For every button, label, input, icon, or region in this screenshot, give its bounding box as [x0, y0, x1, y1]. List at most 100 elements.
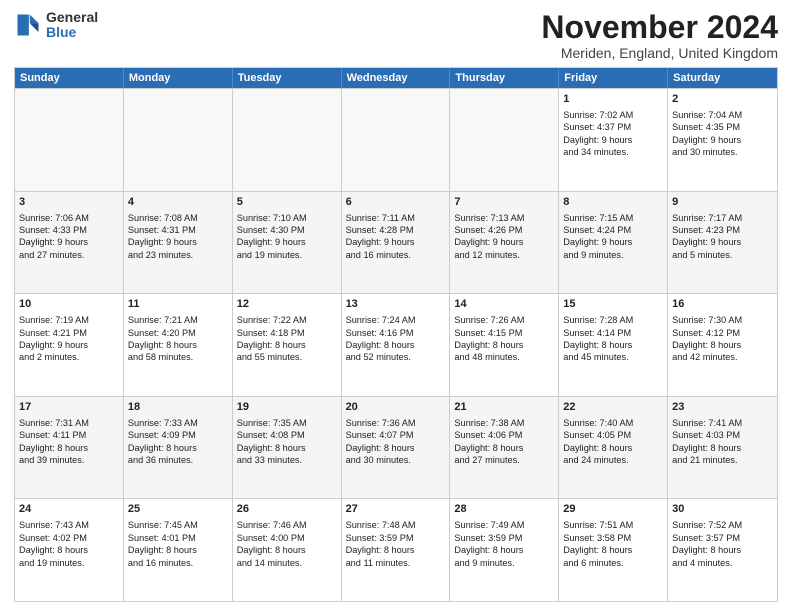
logo-blue-text: Blue: [46, 25, 98, 40]
day-info-line: and 30 minutes.: [672, 146, 773, 158]
day-number: 17: [19, 400, 119, 415]
day-info-line: and 48 minutes.: [454, 351, 554, 363]
day-info-line: Sunset: 4:09 PM: [128, 429, 228, 441]
day-info-line: Sunrise: 7:45 AM: [128, 519, 228, 531]
day-number: 22: [563, 400, 663, 415]
day-info-line: Sunrise: 7:06 AM: [19, 212, 119, 224]
calendar-cell: 14 Sunrise: 7:26 AMSunset: 4:15 PMDayligh…: [450, 294, 559, 396]
day-number: 30: [672, 502, 773, 517]
day-number: 1: [563, 92, 663, 107]
calendar-row-1: 1Sunrise: 7:02 AMSunset: 4:37 PMDaylight…: [15, 88, 777, 191]
day-info-line: Sunrise: 7:38 AM: [454, 417, 554, 429]
day-info-line: Daylight: 8 hours: [346, 442, 446, 454]
day-info-line: Daylight: 9 hours: [563, 134, 663, 146]
calendar-header: SundayMondayTuesdayWednesdayThursdayFrid…: [15, 68, 777, 88]
day-number: 27: [346, 502, 446, 517]
day-info-line: and 27 minutes.: [19, 249, 119, 261]
day-info-line: Sunset: 4:11 PM: [19, 429, 119, 441]
calendar: SundayMondayTuesdayWednesdayThursdayFrid…: [14, 67, 778, 602]
calendar-cell: [15, 89, 124, 191]
day-info-line: Sunrise: 7:22 AM: [237, 314, 337, 326]
calendar-cell: [342, 89, 451, 191]
day-info-line: Sunset: 3:59 PM: [454, 532, 554, 544]
calendar-cell: 25Sunrise: 7:45 AMSunset: 4:01 PMDayligh…: [124, 499, 233, 601]
day-info-line: and 11 minutes.: [346, 557, 446, 569]
calendar-cell: 17Sunrise: 7:31 AMSunset: 4:11 PMDayligh…: [15, 397, 124, 499]
day-info-line: Daylight: 9 hours: [672, 236, 773, 248]
day-number: 4: [128, 195, 228, 210]
day-info-line: Daylight: 8 hours: [454, 339, 554, 351]
calendar-cell: 19Sunrise: 7:35 AMSunset: 4:08 PMDayligh…: [233, 397, 342, 499]
day-info-line: Sunset: 4:33 PM: [19, 224, 119, 236]
day-info-line: Sunrise: 7:30 AM: [672, 314, 773, 326]
day-info-line: and 55 minutes.: [237, 351, 337, 363]
calendar-cell: [233, 89, 342, 191]
day-info-line: Daylight: 8 hours: [128, 544, 228, 556]
day-info-line: Sunset: 4:02 PM: [19, 532, 119, 544]
day-info-line: and 27 minutes.: [454, 454, 554, 466]
day-info-line: Sunset: 4:18 PM: [237, 327, 337, 339]
day-info-line: Sunrise: 7:28 AM: [563, 314, 663, 326]
calendar-cell: 5Sunrise: 7:10 AMSunset: 4:30 PMDaylight…: [233, 192, 342, 294]
day-info-line: Sunset: 4:24 PM: [563, 224, 663, 236]
day-info-line: Sunset: 4:08 PM: [237, 429, 337, 441]
calendar-row-3: 10Sunrise: 7:19 AMSunset: 4:21 PMDayligh…: [15, 293, 777, 396]
day-number: 28: [454, 502, 554, 517]
day-info-line: Sunset: 4:00 PM: [237, 532, 337, 544]
day-info-line: Sunrise: 7:13 AM: [454, 212, 554, 224]
day-info-line: and 2 minutes.: [19, 351, 119, 363]
calendar-cell: 16Sunrise: 7:30 AMSunset: 4:12 PMDayligh…: [668, 294, 777, 396]
header-day-sunday: Sunday: [15, 68, 124, 88]
header-day-thursday: Thursday: [450, 68, 559, 88]
day-number: 6: [346, 195, 446, 210]
day-info-line: Sunrise: 7:21 AM: [128, 314, 228, 326]
day-info-line: Sunset: 4:15 PM: [454, 327, 554, 339]
day-info-line: and 36 minutes.: [128, 454, 228, 466]
logo-icon: [14, 11, 42, 39]
day-info-line: and 24 minutes.: [563, 454, 663, 466]
day-info-line: Sunset: 4:20 PM: [128, 327, 228, 339]
day-info-line: Sunset: 4:31 PM: [128, 224, 228, 236]
day-info-line: Daylight: 8 hours: [346, 544, 446, 556]
day-number: 18: [128, 400, 228, 415]
day-info-line: Sunrise: 7:24 AM: [346, 314, 446, 326]
day-info-line: Sunset: 4:28 PM: [346, 224, 446, 236]
day-info-line: Daylight: 9 hours: [19, 339, 119, 351]
month-title: November 2024: [541, 10, 778, 45]
day-info-line: Sunrise: 7:40 AM: [563, 417, 663, 429]
day-info-line: Daylight: 8 hours: [19, 442, 119, 454]
header-day-tuesday: Tuesday: [233, 68, 342, 88]
day-info-line: and 39 minutes.: [19, 454, 119, 466]
calendar-cell: 10Sunrise: 7:19 AMSunset: 4:21 PMDayligh…: [15, 294, 124, 396]
calendar-cell: 12Sunrise: 7:22 AMSunset: 4:18 PMDayligh…: [233, 294, 342, 396]
calendar-cell: 13Sunrise: 7:24 AMSunset: 4:16 PMDayligh…: [342, 294, 451, 396]
calendar-cell: 30Sunrise: 7:52 AMSunset: 3:57 PMDayligh…: [668, 499, 777, 601]
day-info-line: Sunset: 4:12 PM: [672, 327, 773, 339]
day-info-line: Daylight: 8 hours: [672, 339, 773, 351]
logo-general: General: [46, 10, 98, 25]
day-number: 14: [454, 297, 554, 312]
calendar-row-5: 24Sunrise: 7:43 AMSunset: 4:02 PMDayligh…: [15, 498, 777, 601]
calendar-cell: 28Sunrise: 7:49 AMSunset: 3:59 PMDayligh…: [450, 499, 559, 601]
day-info-line: Sunrise: 7:33 AM: [128, 417, 228, 429]
calendar-cell: 7Sunrise: 7:13 AMSunset: 4:26 PMDaylight…: [450, 192, 559, 294]
day-info-line: and 6 minutes.: [563, 557, 663, 569]
day-number: 3: [19, 195, 119, 210]
day-info-line: Sunrise: 7:36 AM: [346, 417, 446, 429]
day-info-line: Sunset: 4:23 PM: [672, 224, 773, 236]
day-info-line: Daylight: 8 hours: [563, 544, 663, 556]
day-info-line: Sunset: 4:26 PM: [454, 224, 554, 236]
day-info-line: Daylight: 9 hours: [19, 236, 119, 248]
day-info-line: Daylight: 9 hours: [237, 236, 337, 248]
day-info-line: Daylight: 8 hours: [237, 544, 337, 556]
day-info-line: Sunset: 4:07 PM: [346, 429, 446, 441]
calendar-cell: [124, 89, 233, 191]
day-info-line: Daylight: 8 hours: [237, 339, 337, 351]
day-number: 9: [672, 195, 773, 210]
day-info-line: Sunset: 4:35 PM: [672, 121, 773, 133]
day-info-line: Sunset: 3:59 PM: [346, 532, 446, 544]
day-info-line: Sunrise: 7:26 AM: [454, 314, 554, 326]
day-info-line: Daylight: 9 hours: [563, 236, 663, 248]
day-info-line: and 5 minutes.: [672, 249, 773, 261]
calendar-cell: 3 Sunrise: 7:06 AMSunset: 4:33 PMDaylight…: [15, 192, 124, 294]
